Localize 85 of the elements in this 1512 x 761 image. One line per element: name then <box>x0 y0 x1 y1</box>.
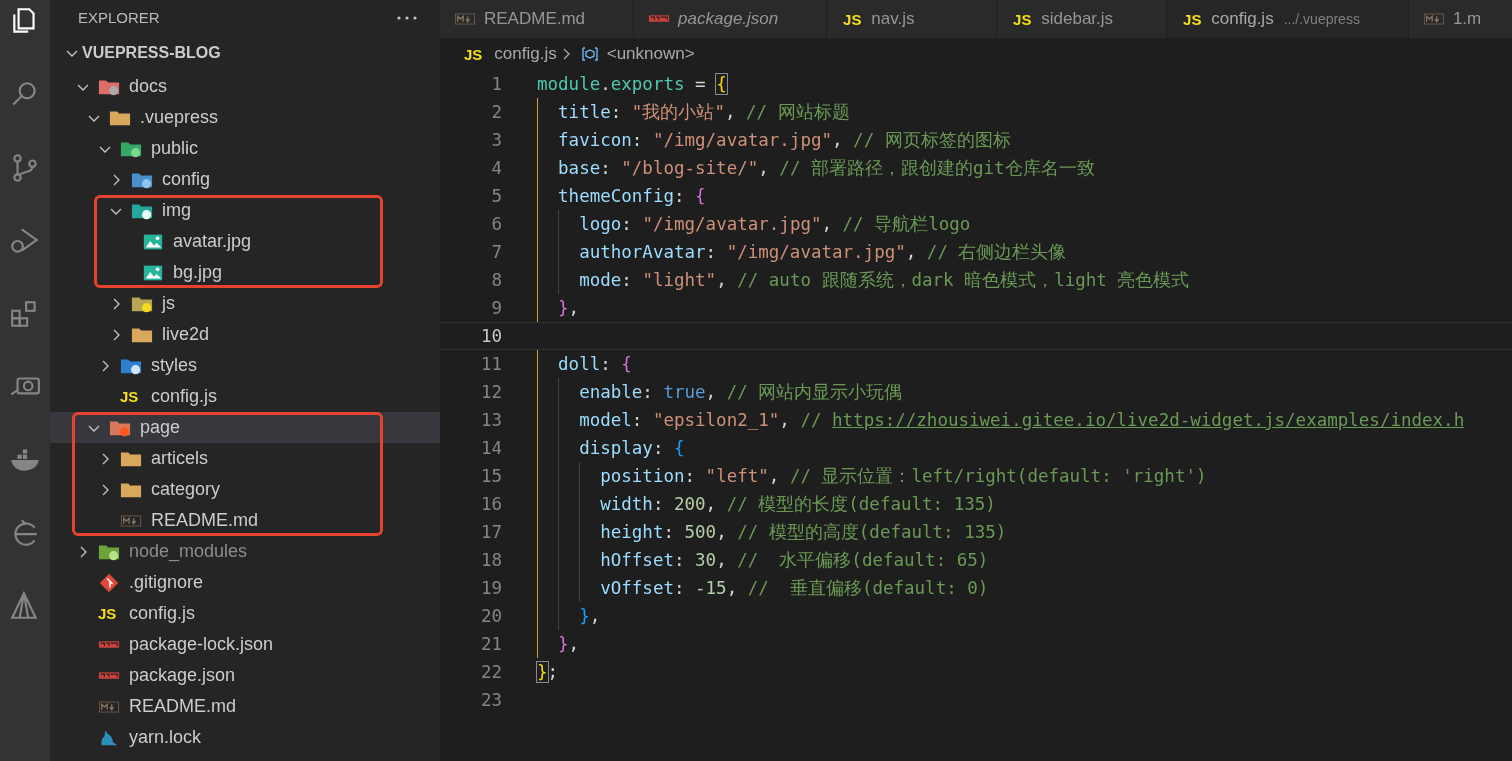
tree-item[interactable]: .vuepress <box>50 102 440 133</box>
line-number: 5 <box>490 186 502 206</box>
line-number: 10 <box>479 326 502 346</box>
code-line: mode: "light", // auto 跟随系统，dark 暗色模式，light 亮色模式 <box>578 269 1190 292</box>
line-number: 17 <box>479 522 502 542</box>
line-number: 2 <box>490 102 502 122</box>
line-number: 19 <box>479 578 502 598</box>
tree-item[interactable]: JS config.js <box>50 381 440 412</box>
line-number: 4 <box>490 158 502 178</box>
code-line: doll: { <box>557 354 632 374</box>
line-number: 8 <box>490 270 502 290</box>
code-line: width: 200, // 模型的长度(default: 135) <box>599 493 996 516</box>
code-line: vOffset: -15, // 垂直偏移(default: 0) <box>599 577 989 600</box>
line-number: 16 <box>479 494 502 514</box>
tree-item[interactable]: package.json <box>50 660 440 691</box>
tree-item[interactable]: node_modules <box>50 536 440 567</box>
js-label: JS <box>1012 10 1033 28</box>
line-number: 21 <box>479 634 502 654</box>
line-number: 22 <box>479 662 502 682</box>
more-icon[interactable] <box>396 14 418 21</box>
tree-item[interactable]: README.md <box>50 505 440 536</box>
tree-item[interactable]: live2d <box>50 319 440 350</box>
breadcrumb-file[interactable]: config.js <box>494 44 557 64</box>
line-number: 12 <box>479 382 502 402</box>
tree-item[interactable]: avatar.jpg <box>50 226 440 257</box>
line-number: 18 <box>479 550 502 570</box>
line-number: 6 <box>490 214 502 234</box>
tree-item[interactable]: yarn.lock <box>50 722 440 753</box>
tree-item[interactable]: .gitignore <box>50 567 440 598</box>
code-line: logo: "/img/avatar.jpg", // 导航栏logo <box>578 213 971 236</box>
tree-item[interactable]: VUEPRESS-BLOG <box>50 35 440 71</box>
code-line: display: { <box>578 438 685 458</box>
tree-item[interactable]: category <box>50 474 440 505</box>
line-number: 9 <box>490 298 502 318</box>
code-link[interactable]: https://zhousiwei.gitee.io/live2d-widget.js/examples/index.h <box>832 410 1465 430</box>
code-line: position: "left", // 显示位置：left/right(default: 'right') <box>599 465 1207 488</box>
js-label: JS <box>98 605 118 622</box>
tab-description: .../.vuepress <box>1283 11 1360 27</box>
editor-tab[interactable]: README.md <box>440 0 635 38</box>
diamond-icon <box>98 572 120 593</box>
line-number: 11 <box>479 354 502 374</box>
line-number: 3 <box>490 130 502 150</box>
tree-item[interactable]: docs <box>50 71 440 102</box>
editor-tab[interactable]: 1.m <box>1408 0 1512 38</box>
code-line: favicon: "/img/avatar.jpg", // 网页标签的图标 <box>557 129 1011 152</box>
code-line: height: 500, // 模型的高度(default: 135) <box>599 521 1007 544</box>
tree-item[interactable]: config <box>50 164 440 195</box>
code-line: enable: true, // 网站内显示小玩偶 <box>578 381 903 404</box>
code-line: model: "epsilon2_1", // <box>578 410 823 430</box>
code-line: }, <box>557 298 580 318</box>
editor-tab[interactable]: package.json <box>634 0 828 38</box>
tree-item[interactable]: js <box>50 288 440 319</box>
tree-item[interactable]: README.md <box>50 691 440 722</box>
code-line: themeConfig: { <box>557 186 706 206</box>
breadcrumb-symbol[interactable]: <unknown> <box>606 44 695 64</box>
code-line: base: "/blog-site/", // 部署路径，跟创建的git仓库名一致 <box>557 157 1095 180</box>
cube-icon <box>580 46 599 62</box>
line-number: 7 <box>490 242 502 262</box>
panel-title: EXPLORER <box>78 9 160 26</box>
code-line: title: "我的小站", // 网站标题 <box>557 101 850 124</box>
code-line: }, <box>578 606 601 626</box>
js-label: JS <box>464 45 483 63</box>
js-label: JS <box>842 10 863 28</box>
tree-item[interactable]: public <box>50 133 440 164</box>
code-line: module.exports = { <box>537 74 727 94</box>
code-line: authorAvatar: "/img/avatar.jpg", // 右侧边栏头像 <box>578 241 1067 264</box>
code-line: }, <box>557 634 580 654</box>
line-number: 1 <box>490 74 502 94</box>
code-line: hOffset: 30, // 水平偏移(default: 65) <box>599 549 989 572</box>
line-number: 14 <box>479 438 502 458</box>
tree-item[interactable]: articels <box>50 443 440 474</box>
line-number: 13 <box>479 410 502 430</box>
tree-item[interactable]: bg.jpg <box>50 257 440 288</box>
tree-item[interactable]: package-lock.json <box>50 629 440 660</box>
editor-tab[interactable]: JS nav.js <box>827 0 998 38</box>
js-label: JS <box>1182 10 1203 28</box>
editor-tab[interactable]: JS sidebar.js <box>997 0 1168 38</box>
code-line: }; <box>537 662 559 682</box>
js-label: JS <box>120 388 140 405</box>
line-number: 15 <box>479 466 502 486</box>
tree-item[interactable]: JS config.js <box>50 598 440 629</box>
line-number: 23 <box>479 690 502 710</box>
line-number: 20 <box>479 606 502 626</box>
tree-item[interactable]: styles <box>50 350 440 381</box>
tree-item[interactable]: img <box>50 195 440 226</box>
